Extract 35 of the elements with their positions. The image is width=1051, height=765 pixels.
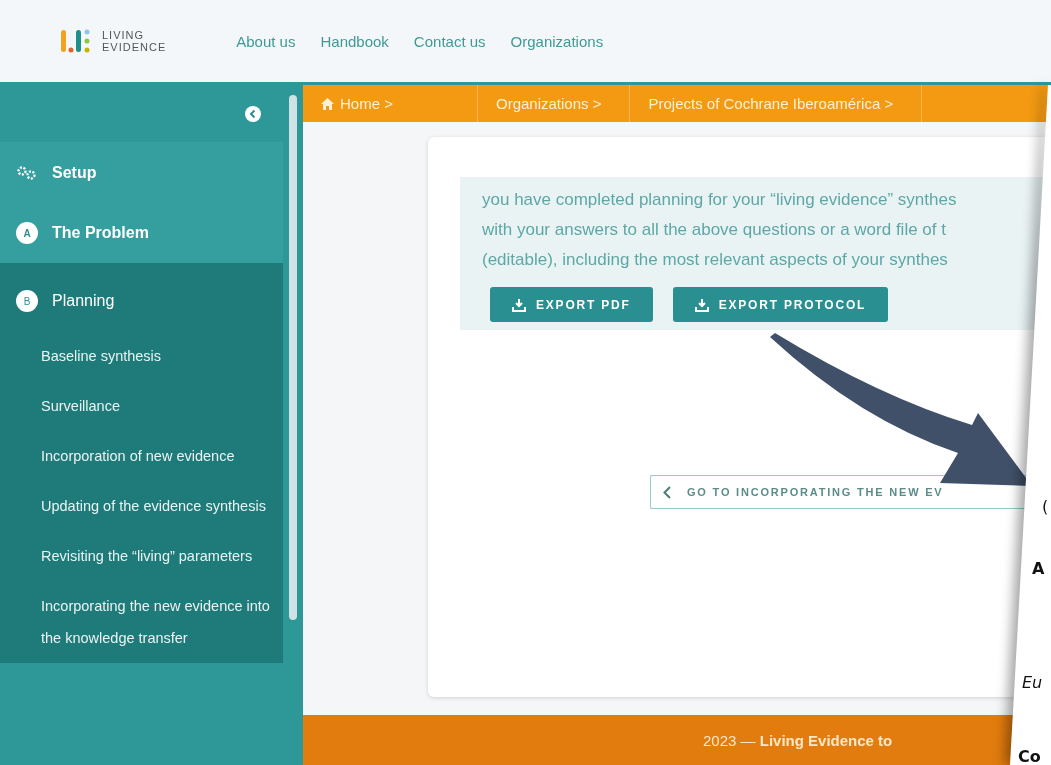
breadcrumb-link[interactable]: Home > [303,85,478,122]
sidebar-subitem[interactable]: Incorporation of new evidence [0,431,283,481]
step-badge: B [16,290,38,312]
export-button[interactable]: EXPORT PROTOCOL [672,287,889,322]
nav-link[interactable]: Handbook [320,32,389,50]
document-text: Eu [1022,673,1043,692]
document-text: A [1032,559,1045,578]
export-button[interactable]: EXPORT PDF [490,287,653,322]
download-icon [512,297,526,312]
nav-link[interactable]: About us [236,32,296,50]
sidebar-subitem[interactable]: Incorporating the new evidence into the knowledge transfer [0,581,283,663]
home-icon [321,97,334,110]
breadcrumb-link[interactable]: Projects of Cochrane Iberoamérica > [630,85,923,122]
nav-link[interactable]: Organizations [510,32,604,50]
sidebar-item[interactable]: Planning [52,292,115,310]
breadcrumb-link[interactable]: Organizations > [478,85,631,122]
step-badge: A [16,222,38,244]
footer-text: 2023 — Living Evidence to [703,731,893,749]
collapse-icon[interactable] [245,105,261,122]
document-text: ( [1042,497,1049,516]
sidebar-subitem[interactable]: Updating of the evidence synthesis [0,481,283,531]
download-icon [694,297,709,312]
info-text: you have completed planning for your “living evidence” synthes with your answers to all the above questions or a word file of t (editable), including the most relevant aspects of your synthes [482,189,958,271]
sidebar-item[interactable]: Setup [52,164,97,182]
sidebar-subitem[interactable]: Baseline synthesis [0,331,283,381]
logo-text: EVIDENCE [102,41,167,53]
document-text: Co [1018,747,1041,765]
sidebar-subitem[interactable]: Surveillance [0,381,283,431]
logo[interactable]: LIVING EVIDENCE [60,26,167,56]
logo-text: LIVING [102,29,146,41]
nav-link[interactable]: Contact us [413,32,486,50]
sidebar-subitem[interactable]: Revisiting the “living” parameters [0,531,283,581]
chevron-left-icon [663,485,671,499]
sidebar-item[interactable]: The Problem [52,224,149,242]
scrollbar-thumb[interactable] [289,95,297,620]
